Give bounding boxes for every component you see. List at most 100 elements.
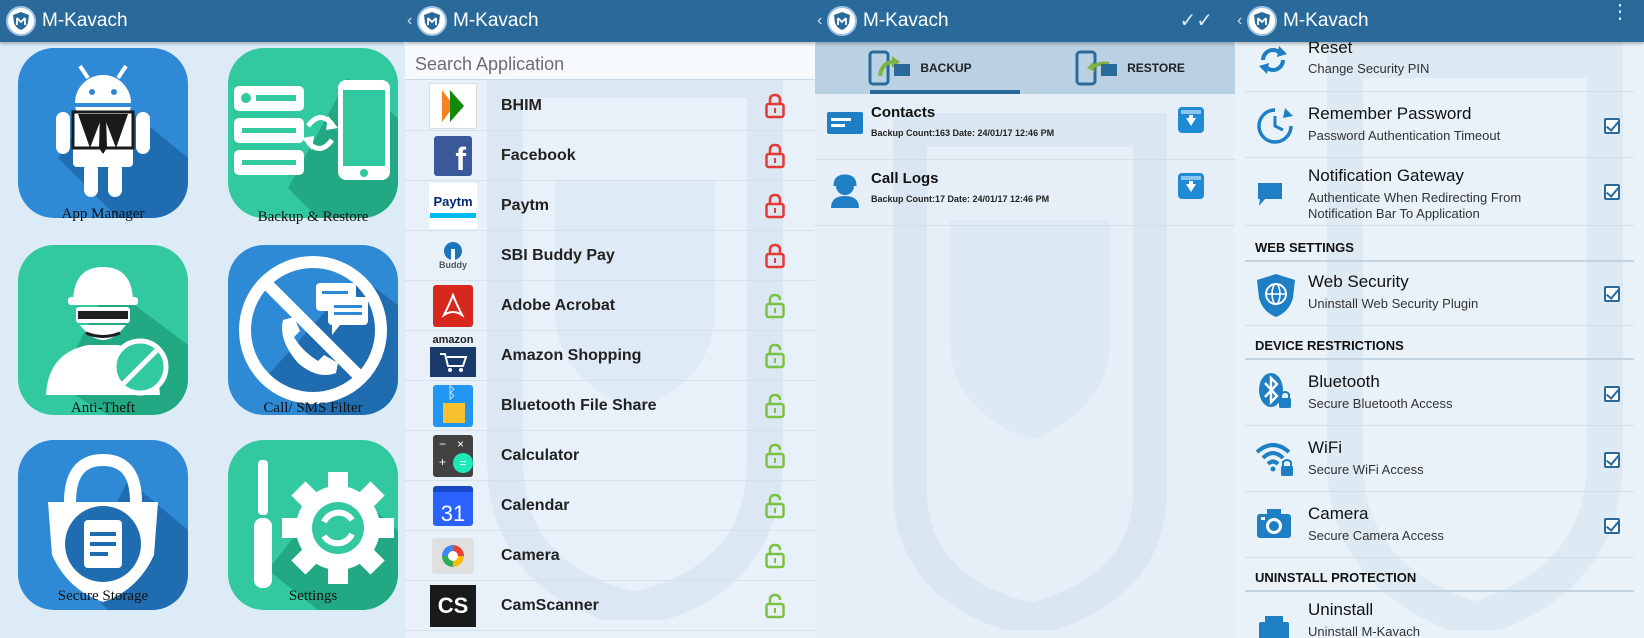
camera-icon	[429, 533, 477, 579]
download-icon[interactable]	[1177, 106, 1205, 134]
back-arrow-icon[interactable]: ‹	[1237, 12, 1245, 30]
lock-closed-icon[interactable]	[765, 243, 785, 269]
app-name: Camera	[501, 546, 560, 564]
backup-item-meta: Backup Count:163 Date: 24/01/17 12:46 PM	[871, 128, 1055, 138]
camscanner-icon: CS	[429, 583, 477, 629]
backup-item-title: Call Logs	[871, 170, 939, 187]
setting-row-wifi[interactable]: WiFi Secure WiFi Access	[1245, 426, 1634, 492]
backup-item-call-logs[interactable]: Call Logs Backup Count:17 Date: 24/01/17…	[815, 160, 1235, 226]
setting-row-camera[interactable]: Camera Secure Camera Access	[1245, 492, 1634, 558]
app-title: M-Kavach	[42, 10, 128, 31]
app-row[interactable]: Camera	[405, 531, 815, 581]
backup-restore-tile[interactable]	[228, 48, 398, 218]
tab-label: BACKUP	[920, 61, 972, 75]
app-row[interactable]: amazon Amazon Shopping	[405, 331, 815, 381]
backup-tabs: BACKUP RESTORE	[815, 42, 1235, 94]
tile-label: Backup & Restore	[257, 209, 369, 225]
setting-title: Bluetooth	[1308, 372, 1380, 391]
bluetooth-checkbox[interactable]	[1604, 386, 1620, 402]
select-all-check-icon[interactable]: ✓✓	[1179, 8, 1213, 33]
app-row[interactable]: 31 Calendar	[405, 481, 815, 531]
setting-row-web-security[interactable]: Web Security Uninstall Web Security Plug…	[1245, 262, 1634, 326]
lock-open-icon[interactable]	[765, 593, 785, 619]
bhim-icon	[429, 82, 477, 129]
lock-closed-icon[interactable]	[765, 193, 785, 219]
refresh-icon	[1259, 46, 1287, 74]
app-row[interactable]: Adobe Acrobat	[405, 281, 815, 331]
app-row[interactable]: f Facebook	[405, 131, 815, 181]
setting-subtitle: Uninstall M-Kavach	[1308, 624, 1420, 638]
secure-storage-tile[interactable]	[18, 440, 188, 610]
app-row[interactable]: ᛒ Bluetooth File Share	[405, 381, 815, 431]
back-arrow-icon[interactable]: ‹	[407, 12, 415, 30]
remember-password-checkbox[interactable]	[1604, 118, 1620, 134]
search-input[interactable]: Search Application	[405, 42, 815, 80]
lock-open-icon[interactable]	[765, 543, 785, 569]
app-row[interactable]: − × + = Calculator	[405, 431, 815, 481]
setting-subtitle: Secure Camera Access	[1308, 528, 1444, 543]
lock-open-icon[interactable]	[765, 443, 785, 469]
setting-row-remember-password[interactable]: Remember Password Password Authenticatio…	[1245, 92, 1634, 158]
download-icon[interactable]	[1177, 172, 1205, 200]
setting-title: Web Security	[1308, 272, 1409, 291]
settings-tile[interactable]	[228, 440, 398, 610]
app-name: Paytm	[501, 196, 550, 214]
setting-row-uninstall[interactable]: Uninstall Uninstall M-Kavach	[1245, 592, 1634, 638]
home-screen: M-Kavach App Manager Backup & Restore An…	[0, 0, 405, 638]
setting-title: Remember Password	[1308, 104, 1472, 123]
setting-row-notification-gateway[interactable]: Notification Gateway Authenticate When R…	[1245, 158, 1634, 226]
sbi-buddy-icon: Buddy	[429, 233, 477, 279]
tile-label: Secure Storage	[57, 588, 149, 604]
app-list: BHIM f Facebook Paytm Paytm Buddy SBI Bu…	[405, 81, 815, 631]
restore-phone-icon	[1075, 50, 1118, 86]
calendar-icon-text: 31	[433, 485, 473, 526]
web-security-checkbox[interactable]	[1604, 286, 1620, 302]
setting-row-bluetooth[interactable]: Bluetooth Secure Bluetooth Access	[1245, 360, 1634, 426]
camera-checkbox[interactable]	[1604, 518, 1620, 534]
paytm-icon-text: Paytm	[433, 193, 473, 209]
bluetooth-file-share-icon: ᛒ	[429, 383, 477, 429]
globe-shield-icon	[1257, 274, 1295, 317]
tile-label: Settings	[288, 588, 338, 604]
backup-item-title: Contacts	[871, 104, 936, 121]
call-sms-filter-tile[interactable]	[228, 245, 398, 415]
app-row[interactable]: Paytm Paytm	[405, 181, 815, 231]
section-header-device-restrictions: DEVICE RESTRICTIONS	[1255, 338, 1404, 353]
camera-icon	[1257, 509, 1291, 538]
contacts-card-icon	[827, 112, 863, 134]
backup-item-meta: Backup Count:17 Date: 24/01/17 12:46 PM	[871, 194, 1050, 204]
lock-open-icon[interactable]	[765, 393, 785, 419]
tile-label: Call/ SMS Filter	[263, 400, 363, 416]
lock-open-icon[interactable]	[765, 293, 785, 319]
app-row[interactable]: Buddy SBI Buddy Pay	[405, 231, 815, 281]
tab-restore[interactable]: RESTORE	[1025, 42, 1235, 94]
lock-open-icon[interactable]	[765, 493, 785, 519]
app-manager-tile[interactable]	[18, 48, 188, 218]
app-name: SBI Buddy Pay	[501, 246, 615, 264]
lock-closed-icon[interactable]	[765, 143, 785, 169]
app-row[interactable]: CS CamScanner	[405, 581, 815, 631]
thief-icon	[18, 245, 188, 415]
notification-gateway-checkbox[interactable]	[1604, 184, 1620, 200]
setting-title: Notification Gateway	[1308, 166, 1464, 185]
app-manager-screen: ‹ M-Kavach Search Application BHIM f Fac…	[405, 0, 815, 638]
tab-backup[interactable]: BACKUP	[815, 42, 1025, 94]
lock-closed-icon[interactable]	[765, 93, 785, 119]
app-title: M-Kavach	[1283, 10, 1369, 31]
app-logo-icon	[1247, 6, 1277, 36]
app-row[interactable]: BHIM	[405, 81, 815, 131]
app-title: M-Kavach	[863, 10, 949, 31]
back-arrow-icon[interactable]: ‹	[817, 12, 825, 30]
section-header-web-settings: WEB SETTINGS	[1255, 240, 1354, 255]
app-manager-topbar: ‹ M-Kavach	[405, 0, 815, 42]
overflow-menu-icon[interactable]: ⋮	[1610, 2, 1630, 22]
camscanner-icon-text: CS	[430, 584, 476, 627]
section-header-uninstall-protection: UNINSTALL PROTECTION	[1255, 570, 1417, 585]
calculator-icon: − × + =	[429, 433, 477, 479]
wifi-checkbox[interactable]	[1604, 452, 1620, 468]
lock-open-icon[interactable]	[765, 343, 785, 369]
home-topbar: M-Kavach	[0, 0, 405, 42]
anti-theft-tile[interactable]	[18, 245, 188, 415]
backup-item-contacts[interactable]: Contacts Backup Count:163 Date: 24/01/17…	[815, 94, 1235, 160]
amazon-icon: amazon	[429, 333, 477, 379]
